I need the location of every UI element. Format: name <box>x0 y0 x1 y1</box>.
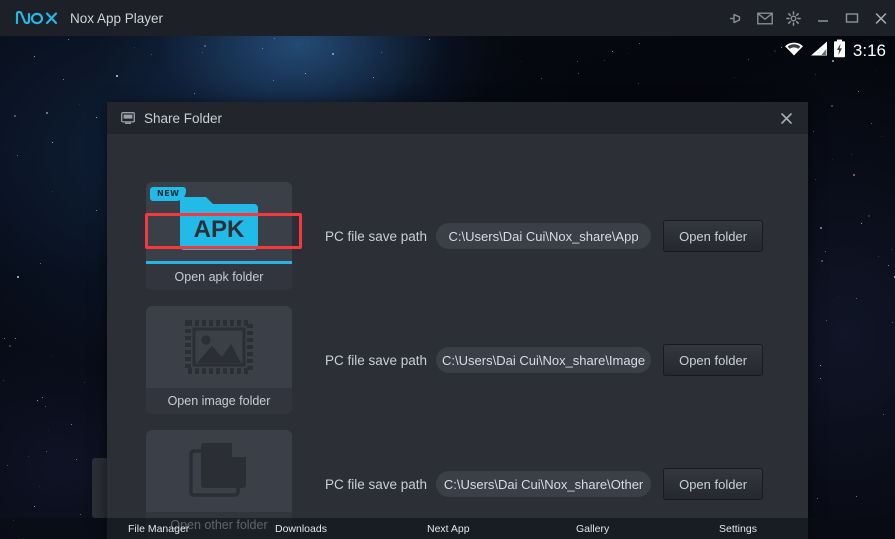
dialog-header: Share Folder <box>107 102 808 134</box>
window-controls <box>721 0 895 36</box>
app-root: Nox App Player 3:16 Share Folder NEW APK… <box>0 0 895 539</box>
cellular-signal-icon <box>809 40 829 62</box>
thumb-label: Open apk folder <box>146 261 292 290</box>
dialog-close-icon[interactable] <box>764 102 808 134</box>
status-clock: 3:16 <box>852 41 886 60</box>
android-status-bar: 3:16 <box>783 36 895 66</box>
pc-path-field-other[interactable]: C:\Users\Dai Cui\Nox_share\Other <box>436 471 652 497</box>
close-icon[interactable] <box>866 0 895 36</box>
nox-logo-icon <box>14 8 60 28</box>
open-image-folder-thumb[interactable]: Open image folder <box>146 306 292 414</box>
thumb-label: Open image folder <box>146 388 292 414</box>
documents-stack-icon <box>146 430 292 512</box>
path-label: PC file save path <box>325 352 428 368</box>
image-stamp-icon <box>146 306 292 388</box>
new-badge: NEW <box>150 187 187 201</box>
battery-charging-icon <box>833 39 846 63</box>
dialog-title: Share Folder <box>144 110 223 126</box>
svg-text:APK: APK <box>194 216 245 243</box>
open-folder-button-apk[interactable]: Open folder <box>663 220 764 252</box>
open-apk-folder-thumb[interactable]: NEW APK Open apk folder <box>146 182 292 290</box>
share-row-image: Open image folder PC file save path C:\U… <box>107 306 808 414</box>
bottom-bar-item[interactable]: Gallery <box>576 523 609 535</box>
open-folder-button-image[interactable]: Open folder <box>663 344 764 376</box>
android-screen: 3:16 Share Folder NEW APK Open apk folde… <box>0 36 895 539</box>
share-row-apk: NEW APK Open apk folder PC file save pat… <box>107 182 808 290</box>
wifi-icon <box>783 40 805 62</box>
maximize-icon[interactable] <box>837 0 866 36</box>
pc-path-field-apk[interactable]: C:\Users\Dai Cui\Nox_share\App <box>436 223 652 249</box>
mail-icon[interactable] <box>750 0 779 36</box>
gear-icon[interactable] <box>779 0 808 36</box>
android-bottom-bar: File Manager Downloads Next App Gallery Sett… <box>0 518 895 539</box>
bottom-bar-item[interactable]: Downloads <box>275 523 327 535</box>
open-folder-button-other[interactable]: Open folder <box>663 468 764 500</box>
window-title: Nox App Player <box>70 10 164 26</box>
path-label: PC file save path <box>325 476 428 492</box>
dialog-body: NEW APK Open apk folder PC file save pat… <box>107 134 808 539</box>
bottom-bar-item[interactable]: Next App <box>427 523 470 535</box>
share-folder-dialog: Share Folder NEW APK Open apk folder PC … <box>107 102 808 539</box>
path-label: PC file save path <box>325 228 428 244</box>
window-icon <box>121 112 135 124</box>
pin-icon[interactable] <box>721 0 750 36</box>
window-titlebar: Nox App Player <box>0 0 895 36</box>
minimize-icon[interactable] <box>808 0 837 36</box>
bottom-bar-item[interactable]: File Manager <box>128 523 189 535</box>
left-edge-panel <box>92 458 108 518</box>
bottom-bar-item[interactable]: Settings <box>719 523 757 535</box>
pc-path-field-image[interactable]: C:\Users\Dai Cui\Nox_share\Image <box>436 347 652 373</box>
